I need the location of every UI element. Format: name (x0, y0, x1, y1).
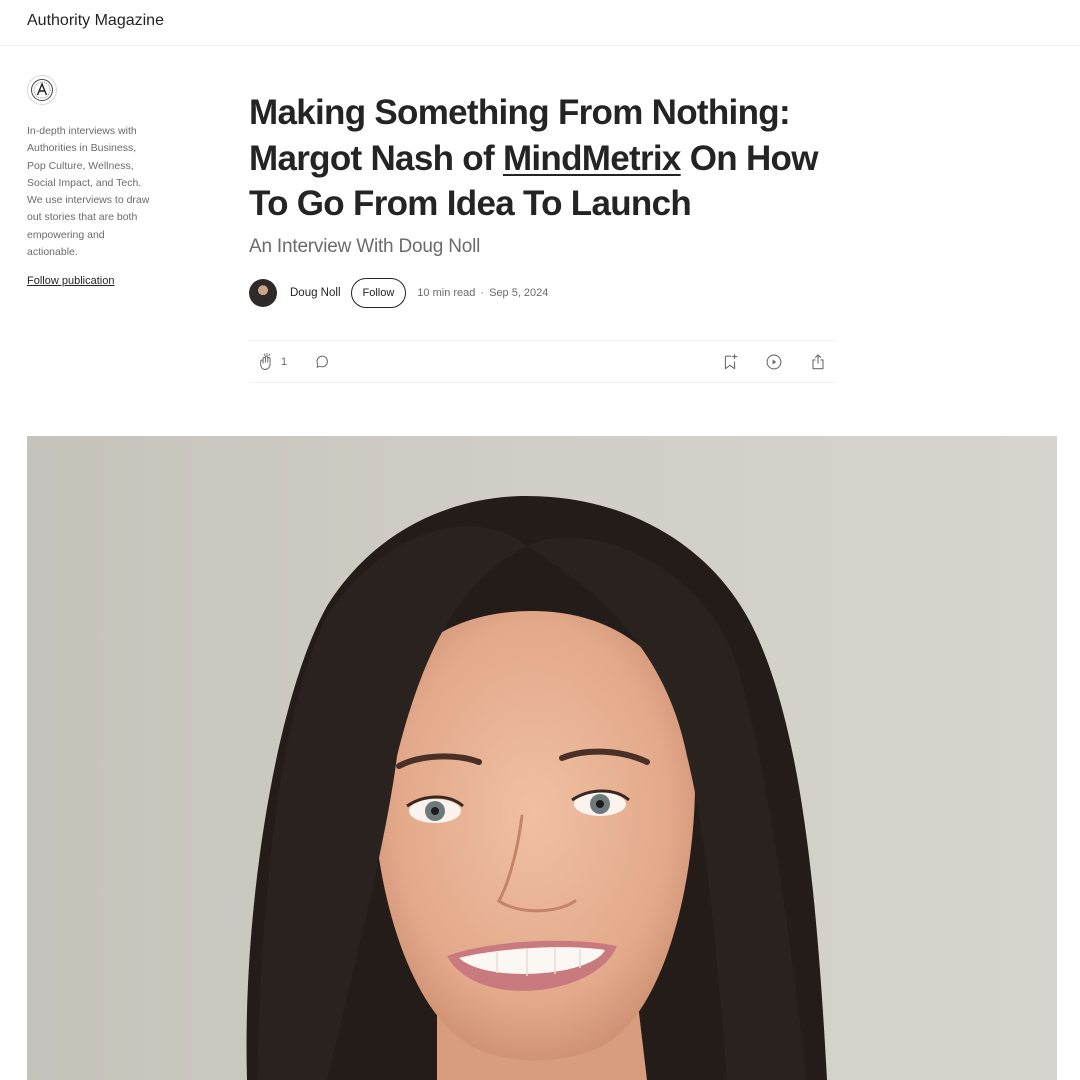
meta-separator: · (480, 287, 485, 299)
read-time: 10 min read (417, 287, 476, 299)
clap-icon (260, 352, 271, 370)
listen-play-icon (766, 354, 782, 369)
publication-home-link[interactable]: Authority Magazine (27, 12, 164, 30)
comment-icon (316, 355, 329, 368)
utility-actions (720, 352, 828, 372)
article-subtitle: An Interview With Doug Noll (249, 235, 481, 257)
publish-date: Sep 5, 2024 (489, 287, 549, 299)
hero-portrait-photo (27, 436, 1057, 1080)
article-action-bar: 1 (249, 340, 836, 383)
top-bar: Authority Magazine (0, 0, 1080, 46)
follow-author-button[interactable]: Follow (350, 278, 407, 308)
publication-description: In-depth interviews with Authorities in … (27, 125, 150, 259)
article-title: Making Something From Nothing: Margot Na… (249, 90, 839, 227)
listen-button[interactable] (764, 352, 784, 372)
title-company-link[interactable]: MindMetrix (503, 139, 681, 178)
authority-magazine-logo[interactable] (27, 75, 57, 105)
portrait-photo (27, 436, 1057, 1080)
bookmark-add-icon (724, 353, 738, 369)
clap-button[interactable]: 1 (257, 352, 287, 372)
article-header: Making Something From Nothing: Margot Na… (249, 90, 839, 258)
save-button[interactable] (720, 352, 740, 372)
author-avatar[interactable] (249, 279, 277, 307)
byline: Doug Noll Follow 10 min read · Sep 5, 20… (249, 277, 548, 309)
share-icon (812, 353, 824, 369)
comment-button[interactable] (312, 352, 332, 372)
clap-count: 1 (281, 355, 288, 368)
share-button[interactable] (808, 352, 828, 372)
author-name[interactable]: Doug Noll (290, 287, 341, 299)
engagement-actions: 1 (257, 352, 332, 372)
publication-sidebar: In-depth interviews with Authorities in … (27, 75, 152, 289)
follow-publication-link[interactable]: Follow publication (27, 275, 114, 287)
